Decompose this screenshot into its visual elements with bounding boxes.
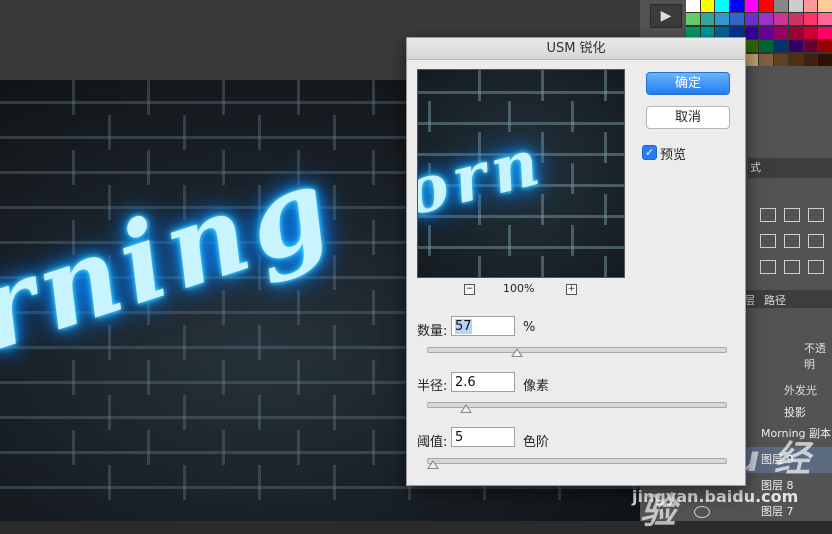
preview-window[interactable]: orn bbox=[417, 69, 625, 278]
zoom-level: 100% bbox=[503, 282, 535, 295]
amount-unit: % bbox=[523, 320, 536, 335]
curves-icon[interactable] bbox=[784, 208, 800, 222]
ok-button[interactable]: 确定 bbox=[646, 72, 730, 95]
play-icon[interactable]: ▶ bbox=[650, 4, 682, 28]
mixer-icon[interactable] bbox=[808, 234, 824, 248]
brick-row bbox=[418, 256, 624, 277]
radius-slider[interactable] bbox=[427, 402, 727, 408]
adjustments-panel bbox=[740, 200, 832, 280]
cancel-button[interactable]: 取消 bbox=[646, 106, 730, 129]
amount-value: 57 bbox=[455, 319, 472, 334]
threshold-slider[interactable] bbox=[427, 458, 727, 464]
threshold-input[interactable]: 5 bbox=[451, 427, 515, 447]
levels-icon[interactable] bbox=[760, 208, 776, 222]
amount-input[interactable]: 57 bbox=[451, 316, 515, 336]
radius-label: 半径: bbox=[417, 379, 448, 394]
threshold-unit: 色阶 bbox=[523, 435, 550, 450]
brick-row bbox=[418, 225, 624, 256]
effect-outer-glow[interactable]: 外发光 bbox=[784, 382, 817, 398]
gradient-map-icon[interactable] bbox=[784, 260, 800, 274]
zoom-in-button[interactable]: + bbox=[566, 284, 577, 295]
exposure-icon[interactable] bbox=[808, 208, 824, 222]
radius-slider-thumb[interactable] bbox=[460, 404, 472, 413]
zoom-out-button[interactable]: − bbox=[464, 284, 475, 295]
balance-icon[interactable] bbox=[760, 234, 776, 248]
bw-icon[interactable] bbox=[784, 234, 800, 248]
preview-checkbox[interactable]: ✓ bbox=[642, 145, 657, 160]
effect-drop-shadow[interactable]: 投影 bbox=[784, 404, 806, 420]
amount-label: 数量: bbox=[417, 324, 448, 339]
radius-input[interactable]: 2.6 bbox=[451, 372, 515, 392]
preview-label[interactable]: 预览 bbox=[660, 144, 686, 163]
threshold-label: 阈值: bbox=[417, 435, 448, 450]
radius-unit: 像素 bbox=[523, 379, 550, 394]
layers-tabs: 层 路径 bbox=[740, 290, 832, 308]
unsharp-mask-dialog: USM 锐化 orn − 100% + 确定 取消 ✓ 预览 数量: 57 % … bbox=[406, 37, 746, 486]
threshold-slider-thumb[interactable] bbox=[427, 460, 439, 469]
styles-panel-tab[interactable]: 式 bbox=[748, 158, 832, 178]
tab-paths[interactable]: 路径 bbox=[764, 292, 786, 308]
amount-slider-thumb[interactable] bbox=[511, 348, 523, 357]
watermark-url: jingyan.baidu.com bbox=[632, 487, 799, 506]
invert-icon[interactable] bbox=[760, 260, 776, 274]
opacity-label: 不透明 bbox=[804, 342, 826, 371]
dialog-title[interactable]: USM 锐化 bbox=[407, 38, 745, 60]
amount-slider[interactable] bbox=[427, 347, 727, 353]
brick-row bbox=[418, 70, 624, 101]
selective-color-icon[interactable] bbox=[808, 260, 824, 274]
